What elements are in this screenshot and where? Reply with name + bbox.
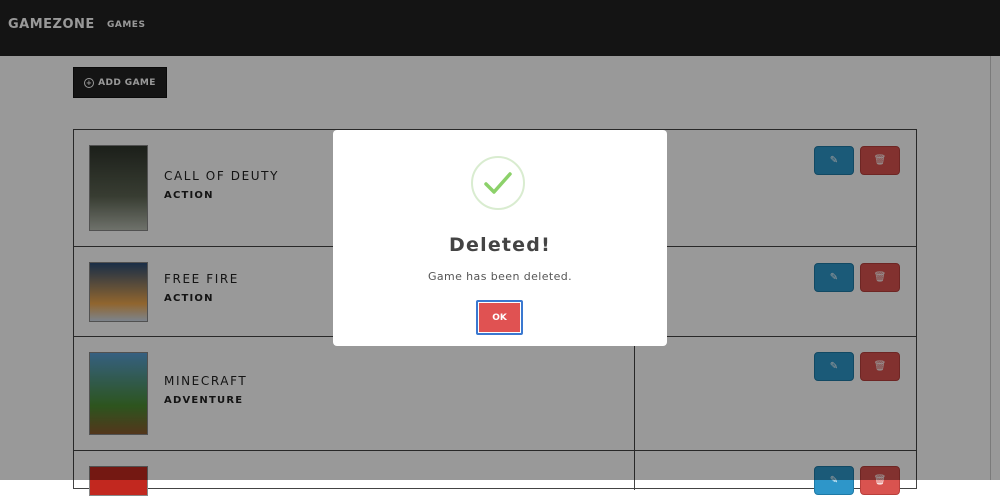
window-edge bbox=[990, 56, 991, 480]
deleted-dialog: Deleted! Game has been deleted. OK bbox=[333, 130, 667, 346]
ok-button[interactable]: OK bbox=[476, 300, 523, 335]
success-check-icon bbox=[471, 156, 525, 210]
dialog-message: Game has been deleted. bbox=[427, 270, 573, 283]
dialog-title: Deleted! bbox=[449, 234, 551, 256]
